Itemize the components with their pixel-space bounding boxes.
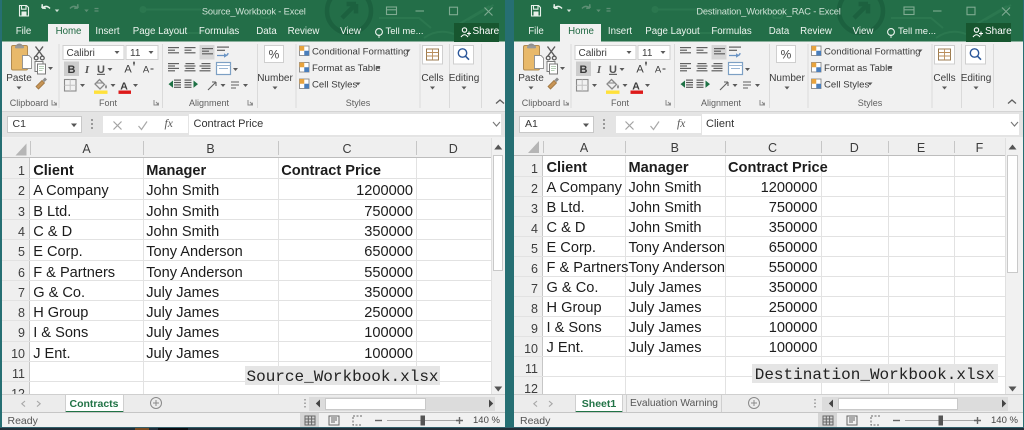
svg-text:%: % (781, 47, 792, 61)
svg-text:Conditional Formatting: Conditional Formatting (824, 46, 921, 57)
svg-text:Cells: Cells (421, 73, 443, 84)
svg-text:Font: Font (98, 98, 117, 108)
svg-text:11: 11 (130, 47, 141, 58)
svg-text:A: A (636, 63, 644, 75)
svg-text:Format as Table: Format as Table (824, 62, 893, 73)
svg-text:Destination_Workbook_RAC - Exc: Destination_Workbook_RAC - Excel (696, 7, 840, 17)
svg-text:Number: Number (769, 73, 805, 84)
svg-text:Styles: Styles (345, 98, 370, 108)
svg-text:11: 11 (642, 47, 653, 58)
svg-text:A: A (142, 64, 149, 75)
svg-text:Alignment: Alignment (188, 98, 229, 108)
svg-text:Styles: Styles (858, 98, 883, 108)
svg-text:Number: Number (257, 73, 293, 84)
svg-text:I: I (596, 63, 602, 75)
svg-text:Cells: Cells (933, 73, 955, 84)
svg-text:A: A (124, 63, 132, 75)
svg-text:Clipboard: Clipboard (9, 98, 48, 108)
svg-text:U: U (97, 63, 105, 75)
svg-text:Conditional Formatting: Conditional Formatting (312, 46, 409, 57)
svg-text:Editing: Editing (961, 73, 992, 84)
svg-text:B: B (67, 63, 75, 75)
svg-text:Font: Font (611, 98, 630, 108)
svg-text:Alignment: Alignment (701, 98, 742, 108)
svg-text:A: A (655, 64, 662, 75)
svg-text:Format as Table: Format as Table (312, 62, 381, 73)
svg-text:Cell Styles: Cell Styles (312, 79, 358, 90)
svg-text:%: % (268, 47, 279, 61)
svg-text:B: B (580, 63, 588, 75)
svg-text:Calibri: Calibri (579, 47, 607, 58)
svg-text:Clipboard: Clipboard (522, 98, 561, 108)
svg-text:Cell Styles: Cell Styles (824, 79, 870, 90)
svg-text:Paste: Paste (518, 73, 544, 84)
svg-text:Source_Workbook - Excel: Source_Workbook - Excel (201, 7, 305, 17)
svg-text:I: I (83, 63, 89, 75)
svg-text:Calibri: Calibri (66, 47, 94, 58)
svg-text:Editing: Editing (448, 73, 479, 84)
svg-text:Paste: Paste (6, 73, 32, 84)
svg-text:U: U (609, 63, 617, 75)
